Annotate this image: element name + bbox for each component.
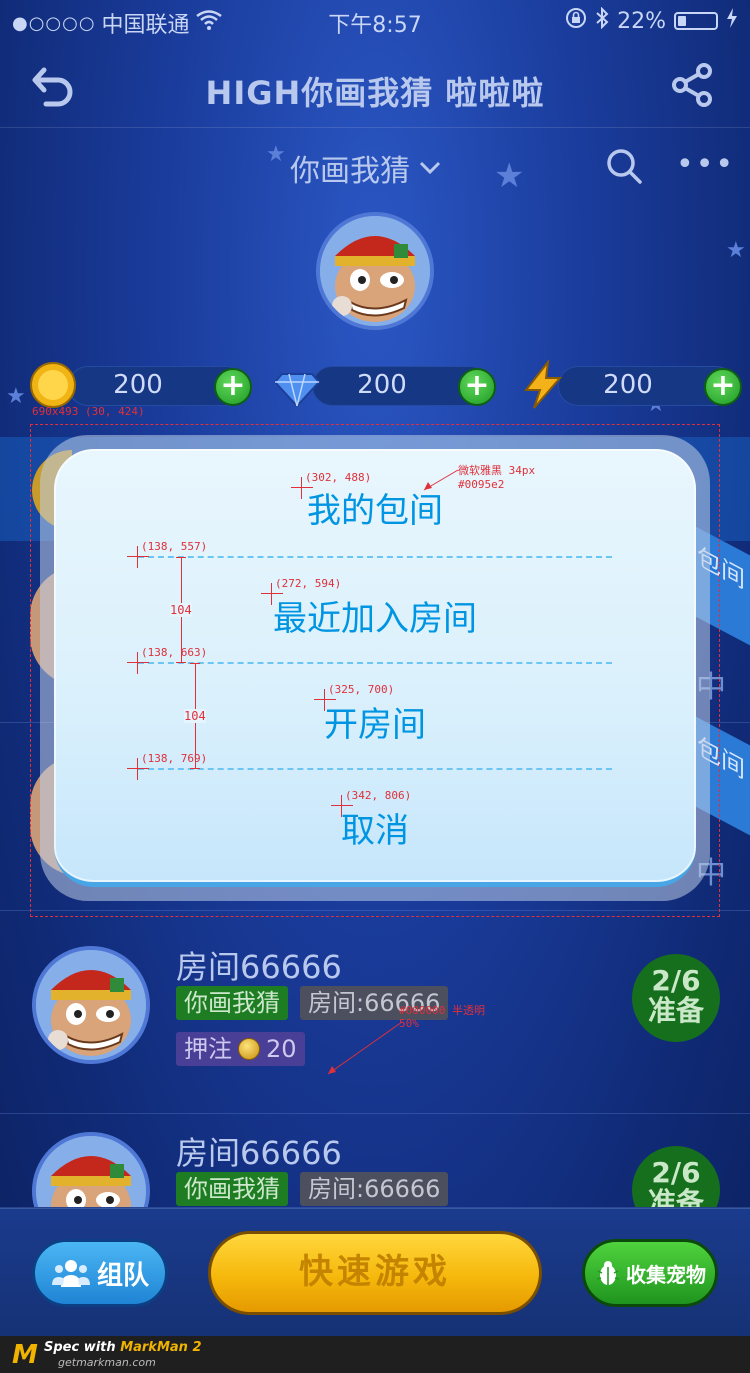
bluetooth-icon	[595, 6, 609, 35]
battery-fill	[678, 16, 686, 26]
room-action-sheet: 我的包间 最近加入房间 开房间 取消	[54, 449, 696, 887]
star-decoration: ★	[266, 142, 286, 167]
energy-value: 200	[603, 370, 653, 400]
player-count: 2/6	[651, 964, 701, 997]
annotation-tick	[190, 768, 200, 769]
annotation-overlay-color: #000000 半透明	[399, 1004, 485, 1017]
bottom-bar: 组队 快速游戏 收集宠物	[0, 1208, 750, 1336]
row-divider	[0, 910, 750, 911]
more-button[interactable]: •••	[676, 150, 735, 180]
annotation-gap: 104	[184, 709, 206, 723]
collect-pets-label: 收集宠物	[626, 1262, 706, 1287]
room-list-item[interactable]: 房间66666 你画我猜 房间:66666 2/6 准备	[0, 1114, 750, 1208]
markman-logo: M	[12, 1340, 38, 1370]
game-selector-label: 你画我猜	[290, 154, 410, 189]
annotation-tick	[176, 662, 186, 663]
annotation-gap: 104	[170, 603, 192, 617]
game-tag: 你画我猜	[176, 1172, 288, 1206]
recent-rooms-option[interactable]: 最近加入房间	[54, 591, 696, 640]
chevron-down-icon	[419, 161, 441, 175]
room-title: 房间66666	[176, 1134, 342, 1172]
diamond-icon	[273, 373, 321, 408]
create-room-option[interactable]: 开房间	[54, 697, 696, 746]
page-title: HIGH你画我猜 啦啦啦	[205, 74, 545, 112]
monkey-character-icon	[36, 1136, 146, 1207]
spec-brand: MarkMan 2	[120, 1340, 202, 1355]
room-status-badge: 2/6 准备	[632, 954, 720, 1042]
spec-prefix: Spec with	[44, 1340, 121, 1355]
annotation-label: (342, 806)	[345, 789, 412, 802]
star-decoration: ★	[726, 238, 746, 263]
annotation-color: #0095e2	[458, 478, 505, 491]
quick-play-button[interactable]: 快速游戏	[208, 1231, 542, 1315]
monkey-character-icon	[36, 950, 146, 1060]
nav-bar: HIGH你画我猜 啦啦啦	[0, 44, 750, 128]
markman-site: getmarkman.com	[58, 1356, 156, 1369]
bet-value: 20	[266, 1035, 297, 1063]
status-bar: ●○○○○ 中国联通 下午8:57 22%	[0, 0, 750, 40]
coin-icon	[30, 362, 76, 408]
user-avatar[interactable]	[316, 212, 434, 330]
markman-spec-text: Spec with MarkMan 2	[44, 1340, 202, 1355]
annotation-arrow	[327, 1021, 403, 1075]
diamond-balance: 200 +	[272, 364, 496, 408]
bet-label: 押注	[184, 1035, 232, 1063]
star-decoration: ★	[6, 384, 26, 409]
annotation-label: (272, 594)	[275, 577, 342, 590]
team-button-label: 组队	[96, 1260, 149, 1291]
room-number-tag: 房间:66666	[300, 1172, 449, 1206]
team-button[interactable]: 组队	[32, 1239, 168, 1307]
share-icon	[672, 63, 712, 107]
room-state: 准备	[647, 994, 704, 1027]
modal-divider	[138, 768, 612, 770]
annotation-label: (302, 488)	[305, 471, 372, 484]
annotation-label: (138, 557)	[141, 540, 208, 553]
add-diamonds-button[interactable]: +	[458, 368, 496, 406]
room-state: 准备	[647, 1186, 704, 1208]
room-title: 房间66666	[176, 948, 342, 986]
sub-header: 你画我猜 •••	[0, 140, 750, 196]
monkey-character-icon	[320, 216, 430, 326]
annotation-tick	[176, 557, 186, 558]
add-coins-button[interactable]: +	[214, 368, 252, 406]
rotation-lock-icon	[565, 7, 587, 35]
annotation-arrow	[423, 469, 459, 491]
diamond-value: 200	[357, 370, 407, 400]
lightning-icon	[523, 360, 563, 409]
player-count: 2/6	[651, 1156, 701, 1189]
annotation-tick	[190, 663, 200, 664]
battery-percent: 22%	[617, 8, 666, 34]
markman-footer: M Spec with MarkMan 2 getmarkman.com	[0, 1336, 750, 1373]
beetle-icon	[596, 1261, 620, 1285]
add-energy-button[interactable]: +	[704, 368, 742, 406]
coin-icon	[238, 1038, 260, 1060]
annotation-label: (138, 769)	[141, 752, 208, 765]
modal-divider	[138, 662, 612, 664]
search-button[interactable]	[604, 146, 644, 186]
cancel-option[interactable]: 取消	[54, 803, 696, 852]
annotation-box-size: 690x493 (30, 424)	[32, 405, 145, 418]
share-button[interactable]	[670, 62, 716, 108]
modal-divider	[138, 556, 612, 558]
annotation-font: 微软雅黑 34px	[458, 464, 536, 477]
search-icon	[607, 149, 642, 184]
room-owner-avatar	[32, 946, 150, 1064]
team-icon	[51, 1260, 90, 1287]
bet-tag: 押注 20	[176, 1032, 305, 1066]
coin-value: 200	[113, 370, 163, 400]
coin-balance: 200 +	[28, 362, 252, 408]
star-decoration: ★	[494, 156, 525, 196]
battery-icon	[674, 12, 718, 30]
room-status-badge: 2/6 准备	[632, 1146, 720, 1208]
annotation-label: (325, 700)	[328, 683, 395, 696]
game-tag: 你画我猜	[176, 986, 288, 1020]
game-selector[interactable]: 你画我猜	[290, 146, 442, 190]
energy-balance: 200 +	[518, 360, 742, 409]
charging-icon	[726, 8, 738, 34]
annotation-label: (138, 663)	[141, 646, 208, 659]
collect-pets-button[interactable]: 收集宠物	[582, 1239, 718, 1307]
room-owner-avatar	[32, 1132, 150, 1207]
my-private-room-option[interactable]: 我的包间	[54, 483, 696, 532]
